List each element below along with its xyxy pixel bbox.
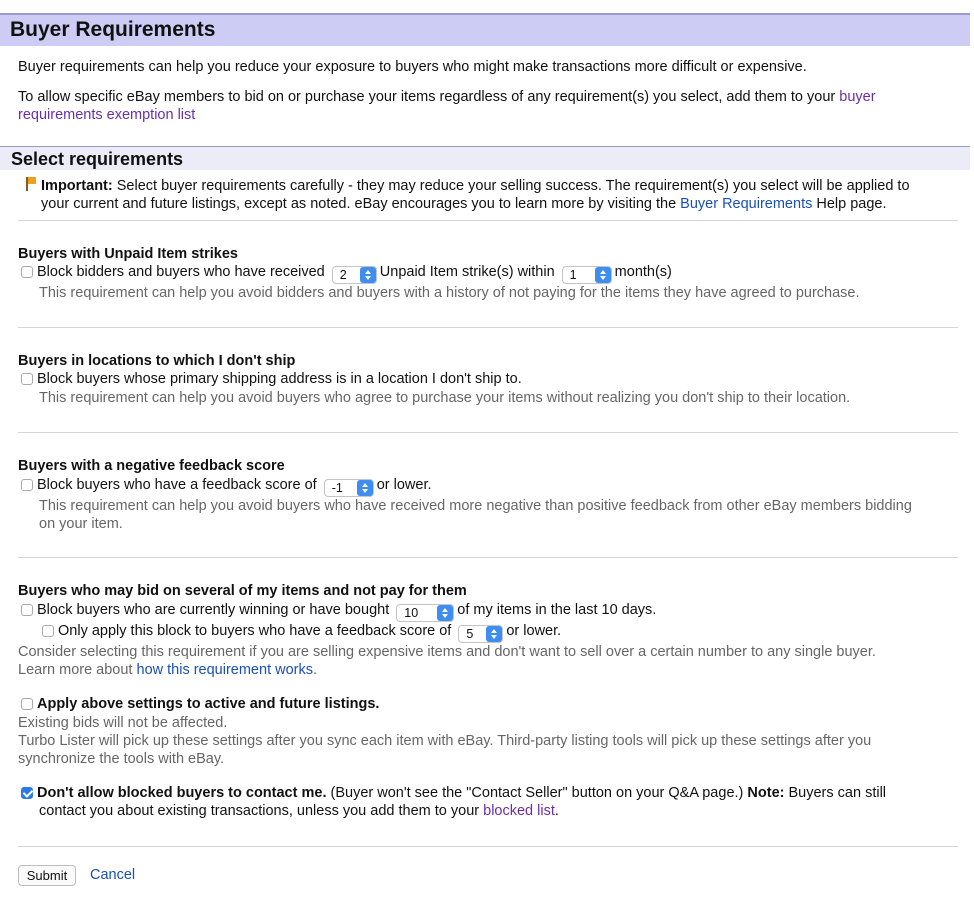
apply-note-3: synchronize the tools with eBay. [18,751,225,767]
cancel-link[interactable]: Cancel [90,867,135,883]
unpaid-help: This requirement can help you avoid bidd… [39,285,860,301]
important-text: Select buyer requirements carefully - th… [116,178,910,194]
unpaid-checkbox[interactable] [21,266,33,278]
intro-exemption-text: To allow specific eBay members to bid on… [18,89,836,105]
contact-line2: contact you about existing transactions,… [39,803,480,819]
unpaid-label-post: month(s) [614,264,672,280]
locations-heading: Buyers in locations to which I don't shi… [18,353,296,369]
contact-label: Don't allow blocked buyers to contact me… [37,785,327,801]
several-label-post: of my items in the last 10 days. [457,602,657,618]
several-help-1: Consider selecting this requirement if y… [18,644,876,660]
several-heading: Buyers who may bid on several of my item… [18,583,467,599]
page-title: Buyer Requirements [10,18,216,41]
contact-note-label: Note: [747,785,785,801]
contact-note-text: Buyers can still [788,785,887,801]
unpaid-heading: Buyers with Unpaid Item strikes [18,246,238,262]
locations-checkbox[interactable] [21,373,33,385]
buyer-requirements-help-link[interactable]: Buyer Requirements [680,196,812,212]
several-sub-score-select[interactable]: 5 [458,625,504,643]
several-sub-checkbox[interactable] [42,625,54,637]
select-arrow-icon [356,480,373,496]
unpaid-label-pre: Block bidders and buyers who have receiv… [37,264,325,280]
unpaid-strikes-select[interactable]: 2 [331,266,377,284]
apply-row: Apply above settings to active and futur… [21,696,379,712]
divider [18,557,958,558]
apply-note-2: Turbo Lister will pick up these settings… [18,733,872,749]
exemption-list-link-cont[interactable]: requirements exemption list [18,107,195,123]
important-text-2: your current and future listings, except… [41,196,677,212]
feedback-row: Block buyers who have a feedback score o… [21,477,432,497]
several-sub-label-post: or lower. [506,623,562,639]
feedback-checkbox[interactable] [21,479,33,491]
several-checkbox[interactable] [21,604,33,616]
page-header: Buyer Requirements [0,13,970,46]
contact-label-text: (Buyer won't see the "Contact Seller" bu… [330,785,744,801]
feedback-help-2: on your item. [39,516,123,532]
important-text-3: Help page. [816,196,887,212]
unpaid-label-mid: Unpaid Item strike(s) within [379,264,555,280]
feedback-label-pre: Block buyers who have a feedback score o… [37,477,317,493]
how-requirement-works-link[interactable]: how this requirement works [137,662,314,678]
feedback-help-1: This requirement can help you avoid buye… [39,498,912,514]
intro-exemption: To allow specific eBay members to bid on… [18,88,938,124]
several-help-2: Learn more about [18,662,133,678]
select-arrow-icon [486,626,503,642]
several-row: Block buyers who are currently winning o… [21,602,656,622]
section-title: Select requirements [11,149,184,169]
feedback-label-post: or lower. [376,477,432,493]
important-label: Important: [41,178,113,194]
unpaid-row: Block bidders and buyers who have receiv… [21,264,672,284]
feedback-help: This requirement can help you avoid buye… [39,497,964,533]
locations-row: Block buyers whose primary shipping addr… [21,371,522,387]
section-header: Select requirements [0,146,970,170]
contact-checkbox[interactable] [21,787,33,799]
exemption-list-link[interactable]: buyer [839,89,875,105]
divider [18,846,958,847]
feedback-score-select[interactable]: -1 [323,479,374,497]
blocked-list-link[interactable]: blocked list [483,803,555,819]
several-help: Consider selecting this requirement if y… [18,644,876,678]
several-count-select[interactable]: 10 [396,604,455,622]
several-sub-label-pre: Only apply this block to buyers who have… [58,623,452,639]
divider [18,432,958,433]
locations-label: Block buyers whose primary shipping addr… [37,371,522,387]
apply-note-1: Existing bids will not be affected. [18,715,228,731]
select-arrow-icon [594,267,611,283]
important-notice: Important: Select buyer requirements car… [25,177,960,213]
flag-icon [25,177,37,191]
apply-notes: Existing bids will not be affected. Turb… [18,714,958,768]
divider [18,220,958,221]
feedback-heading: Buyers with a negative feedback score [18,458,285,474]
unpaid-months-select[interactable]: 1 [561,266,612,284]
submit-button[interactable]: Submit [18,865,76,886]
contact-row: Don't allow blocked buyers to contact me… [21,784,961,820]
apply-checkbox[interactable] [21,698,33,710]
several-label-pre: Block buyers who are currently winning o… [37,602,390,618]
locations-help: This requirement can help you avoid buye… [39,390,851,406]
apply-label: Apply above settings to active and futur… [37,696,380,712]
divider [18,327,958,328]
select-arrow-icon [437,605,454,621]
several-sub-row: Only apply this block to buyers who have… [42,623,561,643]
intro-text: Buyer requirements can help you reduce y… [18,59,807,75]
select-arrow-icon [359,267,376,283]
